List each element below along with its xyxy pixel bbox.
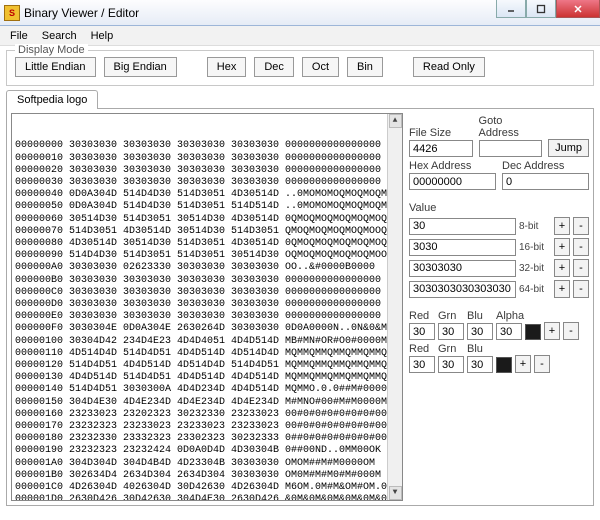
decaddr-field[interactable] xyxy=(502,173,589,190)
little-endian-button[interactable]: Little Endian xyxy=(15,57,96,77)
oct-button[interactable]: Oct xyxy=(302,57,339,77)
title-bar: S Binary Viewer / Editor xyxy=(0,0,600,26)
value-label: Value xyxy=(409,202,589,214)
grn2-label: Grn xyxy=(438,343,464,355)
jump-button[interactable]: Jump xyxy=(548,139,589,157)
hex-view[interactable]: 00000000 30303030 30303030 30303030 3030… xyxy=(11,113,403,501)
big-endian-button[interactable]: Big Endian xyxy=(104,57,177,77)
menu-bar: File Search Help xyxy=(0,26,600,46)
hexaddr-label: Hex Address xyxy=(409,160,496,172)
rgba-swatch xyxy=(525,324,541,340)
filesize-field[interactable] xyxy=(409,140,473,157)
dec-32bit[interactable]: - xyxy=(573,259,589,277)
readonly-button[interactable]: Read Only xyxy=(413,57,485,77)
window-title: Binary Viewer / Editor xyxy=(24,6,139,20)
inc-rgba[interactable]: + xyxy=(544,322,560,340)
grn-label: Grn xyxy=(438,310,464,322)
value-64bit[interactable] xyxy=(409,281,516,298)
menu-search[interactable]: Search xyxy=(36,28,83,44)
inc-32bit[interactable]: + xyxy=(554,259,570,277)
maximize-button[interactable] xyxy=(526,0,556,18)
app-icon: S xyxy=(4,5,20,21)
label-16bit: 16-bit xyxy=(519,242,551,253)
window-controls xyxy=(496,0,600,18)
display-mode-group: Display Mode Little Endian Big Endian He… xyxy=(6,50,594,86)
dec-rgb[interactable]: - xyxy=(534,355,550,373)
inc-16bit[interactable]: + xyxy=(554,238,570,256)
value-8bit[interactable] xyxy=(409,218,516,235)
red2-label: Red xyxy=(409,343,435,355)
rgba-alpha[interactable] xyxy=(496,323,522,340)
red-label: Red xyxy=(409,310,435,322)
minimize-button[interactable] xyxy=(496,0,526,18)
rgb-blu[interactable] xyxy=(467,356,493,373)
goto-field[interactable] xyxy=(479,140,543,157)
rgb-swatch xyxy=(496,357,512,373)
menu-help[interactable]: Help xyxy=(85,28,120,44)
rgb-grn[interactable] xyxy=(438,356,464,373)
scroll-down-icon[interactable]: ▼ xyxy=(389,486,402,500)
filesize-label: File Size xyxy=(409,127,473,139)
dec-8bit[interactable]: - xyxy=(573,217,589,235)
hex-button[interactable]: Hex xyxy=(207,57,247,77)
hexaddr-field[interactable] xyxy=(409,173,496,190)
value-32bit[interactable] xyxy=(409,260,516,277)
blu2-label: Blu xyxy=(467,343,493,355)
decaddr-label: Dec Address xyxy=(502,160,589,172)
main-panel: 00000000 30303030 30303030 30303030 3030… xyxy=(6,108,594,506)
close-button[interactable] xyxy=(556,0,600,18)
inc-rgb[interactable]: + xyxy=(515,355,531,373)
rgba-red[interactable] xyxy=(409,323,435,340)
dec-16bit[interactable]: - xyxy=(573,238,589,256)
label-8bit: 8-bit xyxy=(519,221,551,232)
scroll-up-icon[interactable]: ▲ xyxy=(389,114,402,128)
blu-label: Blu xyxy=(467,310,493,322)
dec-button[interactable]: Dec xyxy=(254,57,294,77)
label-32bit: 32-bit xyxy=(519,263,551,274)
rgba-grn[interactable] xyxy=(438,323,464,340)
side-panel: File Size Goto Address Jump Hex Address … xyxy=(409,113,589,501)
inc-8bit[interactable]: + xyxy=(554,217,570,235)
goto-label: Goto Address xyxy=(479,115,543,139)
dec-rgba[interactable]: - xyxy=(563,322,579,340)
bin-button[interactable]: Bin xyxy=(347,57,383,77)
alpha-label: Alpha xyxy=(496,310,522,322)
label-64bit: 64-bit xyxy=(519,284,551,295)
scrollbar[interactable]: ▲ ▼ xyxy=(387,114,402,500)
inc-64bit[interactable]: + xyxy=(554,280,570,298)
rgba-blu[interactable] xyxy=(467,323,493,340)
file-tab[interactable]: Softpedia logo xyxy=(6,90,98,109)
value-16bit[interactable] xyxy=(409,239,516,256)
dec-64bit[interactable]: - xyxy=(573,280,589,298)
menu-file[interactable]: File xyxy=(4,28,34,44)
rgb-red[interactable] xyxy=(409,356,435,373)
display-mode-legend: Display Mode xyxy=(15,44,88,56)
